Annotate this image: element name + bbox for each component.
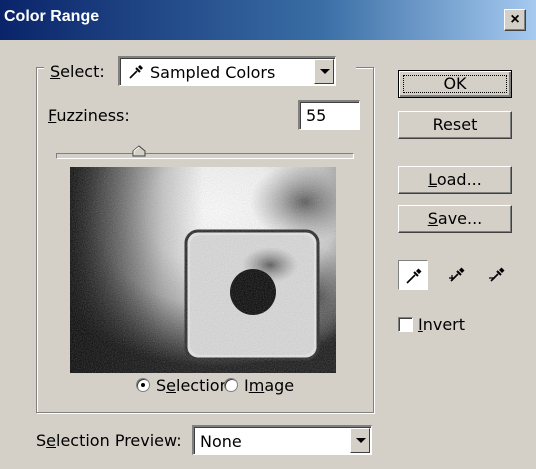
eyedropper-plus-button[interactable] bbox=[442, 260, 472, 290]
reset-label: Reset bbox=[432, 115, 478, 134]
slider-thumb[interactable] bbox=[132, 145, 146, 157]
eyedropper-plus-icon bbox=[449, 267, 465, 282]
fuzziness-label: Fuzziness: bbox=[48, 106, 130, 125]
save-button[interactable]: Save... bbox=[398, 205, 512, 233]
fuzziness-slider[interactable] bbox=[56, 153, 354, 159]
selection-radio[interactable] bbox=[136, 378, 150, 392]
title-bar: Color Range × bbox=[0, 0, 536, 40]
selection-preview-value: None bbox=[200, 432, 242, 451]
fuzziness-input[interactable]: 55 bbox=[298, 100, 360, 130]
ok-button[interactable]: OK bbox=[398, 70, 512, 98]
ok-label: OK bbox=[443, 74, 467, 93]
window-title: Color Range bbox=[4, 8, 100, 25]
select-value: Sampled Colors bbox=[150, 63, 276, 82]
reset-button[interactable]: Reset bbox=[398, 111, 512, 139]
chevron-down-icon[interactable] bbox=[314, 59, 334, 84]
load-button[interactable]: Load... bbox=[398, 166, 512, 194]
selection-preview-label: Selection Preview: bbox=[36, 431, 182, 450]
chevron-down-icon[interactable] bbox=[350, 428, 370, 453]
invert-label[interactable]: Invert bbox=[418, 315, 465, 334]
close-button[interactable]: × bbox=[504, 9, 526, 31]
invert-checkbox[interactable] bbox=[398, 317, 413, 332]
radio-dot bbox=[141, 383, 145, 387]
eyedropper-minus-icon bbox=[489, 267, 505, 282]
select-label: Select: bbox=[50, 62, 105, 81]
image-radio[interactable] bbox=[224, 378, 238, 392]
eyedropper-icon bbox=[406, 268, 422, 284]
eyedropper-icon bbox=[129, 65, 143, 79]
selection-radio-label[interactable]: Selection bbox=[156, 376, 230, 395]
load-label: Load... bbox=[428, 170, 482, 189]
select-dropdown[interactable]: Sampled Colors bbox=[118, 56, 336, 86]
eyedropper-button[interactable] bbox=[398, 260, 428, 290]
selection-preview-dropdown[interactable]: None bbox=[192, 425, 372, 455]
save-label: Save... bbox=[427, 209, 483, 228]
image-radio-label[interactable]: Image bbox=[244, 376, 294, 395]
close-icon: × bbox=[510, 11, 520, 28]
eyedropper-minus-button[interactable] bbox=[482, 260, 512, 290]
selection-preview-image bbox=[70, 167, 336, 373]
